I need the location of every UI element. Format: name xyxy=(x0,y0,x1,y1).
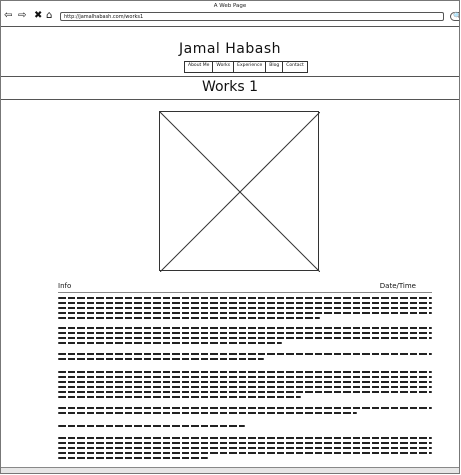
menu-item-about[interactable]: About Me xyxy=(185,62,214,72)
image-placeholder xyxy=(159,111,320,272)
header-divider xyxy=(1,26,459,27)
body-paragraph xyxy=(58,371,432,401)
page-title: Works 1 xyxy=(201,79,259,95)
title-divider xyxy=(1,99,459,100)
body-paragraph xyxy=(58,425,432,430)
menu-item-blog[interactable]: Blog xyxy=(266,62,284,72)
body-paragraph xyxy=(58,437,432,462)
info-label: Info xyxy=(58,282,72,290)
info-divider xyxy=(58,292,432,293)
body-paragraph xyxy=(58,327,432,347)
close-icon[interactable]: ✖ xyxy=(34,10,42,22)
browser-window: A Web Page ⇦ ⇨ ✖ ⌂ http://jamalhabash.co… xyxy=(0,0,460,474)
back-arrow-icon[interactable]: ⇦ xyxy=(4,10,12,22)
main-menu: About Me Works Experience Blog Contact xyxy=(184,61,308,73)
url-field[interactable]: http://jamalhabash.com/works1 xyxy=(60,12,444,21)
home-icon[interactable]: ⌂ xyxy=(46,10,52,22)
page-footer xyxy=(1,467,459,473)
body-paragraph xyxy=(58,297,432,322)
date-time-label: Date/Time xyxy=(379,282,416,290)
forward-arrow-icon[interactable]: ⇨ xyxy=(18,10,26,22)
site-title: Jamal Habash xyxy=(178,41,281,57)
menu-item-experience[interactable]: Experience xyxy=(234,62,267,72)
placeholder-cross xyxy=(160,112,320,272)
body-paragraph xyxy=(58,407,432,417)
menu-item-contact[interactable]: Contact xyxy=(283,62,307,72)
browser-navbar: ⇦ ⇨ ✖ ⌂ http://jamalhabash.com/works1 🔍 xyxy=(1,9,459,23)
menu-item-works[interactable]: Works xyxy=(213,62,235,72)
menu-divider xyxy=(1,76,459,77)
body-paragraph xyxy=(58,353,432,363)
search-icon[interactable]: 🔍 xyxy=(450,12,459,21)
